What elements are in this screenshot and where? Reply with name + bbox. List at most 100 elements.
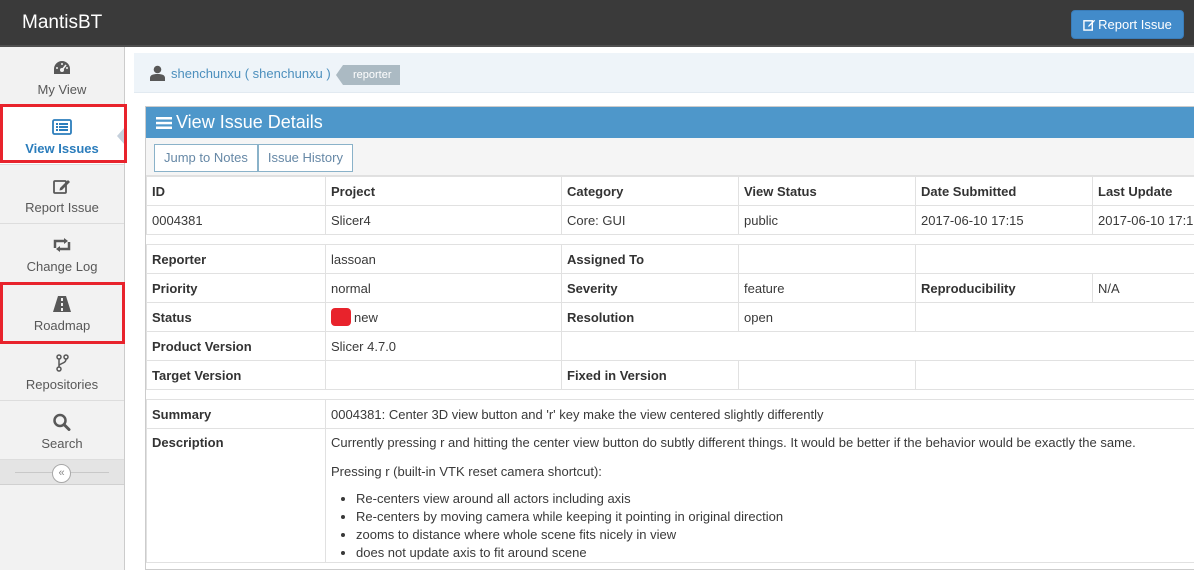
widget-toolbar: Jump to Notes Issue History <box>146 138 1194 176</box>
assigned-to-label: Assigned To <box>561 244 739 274</box>
description-paragraph: Currently pressing r and hitting the cen… <box>331 435 1136 450</box>
role-badge: reporter <box>336 65 400 85</box>
widget-title: View Issue Details <box>176 112 323 132</box>
sidebar-item-label: View Issues <box>25 141 99 156</box>
road-icon <box>53 296 71 312</box>
column-header: Last Update <box>1092 176 1194 206</box>
sidebar-item-label: Report Issue <box>25 200 99 215</box>
bars-icon <box>156 117 172 129</box>
description-label: Description <box>146 428 326 563</box>
priority-label: Priority <box>146 273 326 303</box>
status-color-swatch <box>331 308 351 326</box>
report-issue-button[interactable]: Report Issue <box>1071 10 1184 39</box>
status-label: Status <box>146 302 326 332</box>
sidebar-item-report-issue[interactable]: Report Issue <box>0 165 124 224</box>
search-icon <box>53 413 71 431</box>
issue-project: Slicer4 <box>325 205 562 235</box>
sidebar-item-label: My View <box>37 82 87 97</box>
fixed-in-version-value <box>738 360 916 390</box>
sidebar-item-label: Roadmap <box>33 318 91 333</box>
empty-cell <box>915 302 1194 332</box>
reporter-label: Reporter <box>146 244 326 274</box>
severity-label: Severity <box>561 273 739 303</box>
user-icon <box>150 65 165 81</box>
issue-category: Core: GUI <box>561 205 739 235</box>
resolution-value: open <box>738 302 916 332</box>
list-icon <box>52 119 72 135</box>
table-row: Target Version Fixed in Version <box>146 360 1194 390</box>
list-item: zooms to distance where whole scene fits… <box>356 526 1194 544</box>
sidebar-item-change-log[interactable]: Change Log <box>0 224 124 283</box>
column-header: Project <box>325 176 562 206</box>
sidebar-item-my-view[interactable]: My View <box>0 47 124 106</box>
table-row: Priority normal Severity feature Reprodu… <box>146 273 1194 303</box>
severity-value: feature <box>738 273 916 303</box>
sidebar-item-search[interactable]: Search <box>0 401 124 460</box>
reporter-value: lassoan <box>325 244 562 274</box>
status-value: new <box>354 310 378 325</box>
description-paragraph: Pressing r (built-in VTK reset camera sh… <box>331 464 602 479</box>
summary-value: 0004381: Center 3D view button and 'r' k… <box>325 399 1194 429</box>
sidebar-item-repositories[interactable]: Repositories <box>0 342 124 401</box>
view-issue-details-widget: View Issue Details Jump to Notes Issue Hi… <box>145 106 1194 570</box>
user-link[interactable]: shenchunxu ( shenchunxu ) <box>171 66 331 81</box>
column-header: Date Submitted <box>915 176 1093 206</box>
product-version-label: Product Version <box>146 331 326 361</box>
jump-to-notes-button[interactable]: Jump to Notes <box>154 144 258 172</box>
product-version-value: Slicer 4.7.0 <box>325 331 562 361</box>
table-row: Reporter lassoan Assigned To <box>146 244 1194 274</box>
edit-icon <box>53 180 70 194</box>
status-cell: new <box>325 302 562 332</box>
sidebar-item-view-issues[interactable]: View Issues <box>0 106 125 165</box>
issue-history-button[interactable]: Issue History <box>257 144 353 172</box>
empty-cell <box>915 244 1194 274</box>
brand-title[interactable]: MantisBT <box>22 12 102 34</box>
issue-id: 0004381 <box>146 205 326 235</box>
report-issue-label: Report Issue <box>1098 17 1172 32</box>
fixed-in-version-label: Fixed in Version <box>561 360 739 390</box>
edit-icon <box>1083 19 1096 31</box>
sidebar: My View View Issues Report Issue Change … <box>0 47 125 570</box>
empty-cell <box>561 331 1194 361</box>
sidebar-item-roadmap[interactable]: Roadmap <box>0 283 124 342</box>
target-version-value <box>325 360 562 390</box>
list-item: Re-centers view around all actors includ… <box>356 490 1194 508</box>
assigned-to-value <box>738 244 916 274</box>
empty-cell <box>915 360 1194 390</box>
resolution-label: Resolution <box>561 302 739 332</box>
description-list: Re-centers view around all actors includ… <box>356 490 1194 562</box>
column-header: ID <box>146 176 326 206</box>
sidebar-collapse-bar: « <box>0 460 124 485</box>
widget-header: View Issue Details <box>146 107 1194 138</box>
column-header: Category <box>561 176 739 206</box>
target-version-label: Target Version <box>146 360 326 390</box>
table-spacer <box>146 389 1194 400</box>
reproducibility-label: Reproducibility <box>915 273 1093 303</box>
list-item: does not update axis to fit around scene <box>356 544 1194 562</box>
issue-details-table: ID Project Category View Status Date Sub… <box>146 176 1194 563</box>
summary-label: Summary <box>146 399 326 429</box>
dashboard-icon <box>54 61 70 74</box>
table-spacer <box>146 234 1194 245</box>
sidebar-collapse-button[interactable]: « <box>52 464 71 483</box>
top-navbar: MantisBT Report Issue <box>0 0 1194 47</box>
description-value: Currently pressing r and hitting the cen… <box>325 428 1194 563</box>
spacer-cell <box>146 389 1194 400</box>
issue-last-update: 2017-06-10 17:17 <box>1092 205 1194 235</box>
breadcrumb: shenchunxu ( shenchunxu ) reporter <box>134 53 1194 93</box>
issue-date-submitted: 2017-06-10 17:15 <box>915 205 1093 235</box>
table-row: Status new Resolution open <box>146 302 1194 332</box>
table-row: Summary 0004381: Center 3D view button a… <box>146 399 1194 429</box>
table-row: Product Version Slicer 4.7.0 <box>146 331 1194 361</box>
sidebar-item-label: Change Log <box>26 259 98 274</box>
list-item: Re-centers by moving camera while keepin… <box>356 508 1194 526</box>
table-row: Description Currently pressing r and hit… <box>146 428 1194 563</box>
table-header-row: ID Project Category View Status Date Sub… <box>146 176 1194 206</box>
spacer-cell <box>146 234 1194 245</box>
sidebar-item-label: Repositories <box>25 377 99 392</box>
issue-view-status: public <box>738 205 916 235</box>
table-row: 0004381 Slicer4 Core: GUI public 2017-06… <box>146 205 1194 235</box>
retweet-icon <box>53 238 71 252</box>
reproducibility-value: N/A <box>1092 273 1194 303</box>
code-fork-icon <box>56 354 69 372</box>
